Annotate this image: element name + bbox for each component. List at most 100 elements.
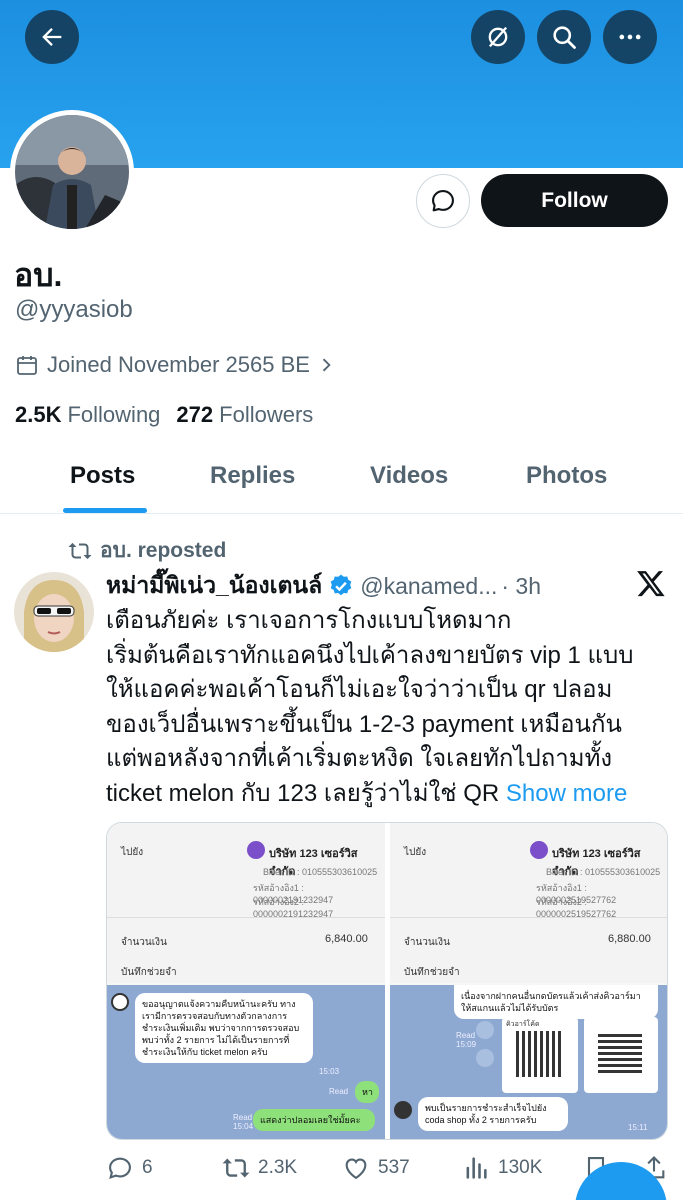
chat-avatar: [111, 993, 129, 1011]
followers-link[interactable]: 272 Followers: [176, 402, 313, 428]
like-button[interactable]: 537: [342, 1154, 410, 1182]
chat-bubble: พบเป็นรายการชำระสำเร็จไปยัง coda shop ทั…: [418, 1097, 568, 1131]
reply-icon: [109, 1157, 131, 1179]
receipt-ref2: รหัสอ้างอิง2 : 0000002191232947: [253, 897, 334, 919]
display-name: อบ.: [14, 257, 63, 293]
receipt-memo-label: บันทึกช่วยจำ: [404, 967, 460, 978]
chat-bubble: ขออนุญาตแจ้งความคืบหน้านะครับ ทางเรามีกา…: [135, 993, 313, 1063]
following-count: 2.5K: [15, 402, 62, 427]
repost-indicator[interactable]: อบ. reposted: [68, 534, 226, 567]
repost-label: อบ. reposted: [100, 539, 227, 562]
arrow-left-icon: [42, 28, 62, 46]
tab-photos[interactable]: Photos: [526, 462, 607, 490]
receipt-ref2: รหัสอ้างอิง2 : 0000002519527762: [536, 897, 617, 919]
joined-date: Joined November 2565 BE: [47, 352, 310, 377]
chat-avatar: [394, 1101, 412, 1119]
save-icon: [476, 1049, 494, 1067]
qr-code-icon: [516, 1031, 562, 1077]
chat-time: 15:04: [233, 1122, 254, 1131]
chat-reply: แสดงว่าปลอมเลยใช่มั้ยคะ: [253, 1109, 375, 1131]
reply-count: 6: [142, 1157, 153, 1178]
chat-screenshot: ขออนุญาตแจ้งความคืบหน้านะครับ ทางเรามีกา…: [107, 985, 385, 1139]
receipt-amount-label: จำนวนเงิน: [404, 937, 450, 948]
receipt-to-label: ไปยัง: [121, 847, 144, 858]
views-icon: [466, 1157, 487, 1179]
show-more-link[interactable]: Show more: [506, 780, 627, 807]
back-button[interactable]: [25, 10, 79, 64]
grok-icon: [488, 26, 508, 48]
followers-count: 272: [176, 402, 214, 427]
repost-count: 2.3K: [258, 1157, 298, 1178]
views-button[interactable]: 130K: [462, 1154, 542, 1182]
joined-date-row[interactable]: Joined November 2565 BE: [15, 352, 336, 378]
tab-videos[interactable]: Videos: [370, 462, 448, 490]
message-button[interactable]: [416, 174, 470, 228]
chat-screenshot: เนื่องจากฝากคนอื่นกดบัตรแล้วเค้าส่งคิวอา…: [390, 985, 667, 1139]
receipt-to-label: ไปยัง: [404, 847, 427, 858]
search-icon: [553, 26, 576, 49]
profile-tabs: Posts Replies Videos Photos: [0, 448, 683, 514]
post-text-line: ให้แอคค่ะพอเค้าโอนก็ไม่เอะใจว่าว่าเป็น q…: [106, 676, 613, 703]
post-text: เตือนภัยค่ะ เราเจอการโกงแบบโหดมาก เริ่มต…: [106, 604, 676, 811]
followers-label: Followers: [219, 402, 314, 427]
chevron-right-icon: [322, 358, 331, 372]
reply-button[interactable]: 6: [106, 1154, 153, 1182]
receipt-amount-label: จำนวนเงิน: [121, 937, 167, 948]
post-text-line: เริ่มต้นคือเราทักแอคนึงไปเค้าลงขายบัตร v…: [106, 641, 634, 669]
receipt-biller-id: Biller ID : 010555303610025: [546, 867, 661, 877]
post-time: · 3h: [501, 572, 542, 599]
post-media[interactable]: ไปยัง บริษัท 123 เซอร์วิส จำกัด Biller I…: [106, 822, 668, 1140]
chat-bubble: เนื่องจากฝากคนอื่นกดบัตรแล้วเค้าส่งคิวอา…: [454, 985, 658, 1019]
tab-replies[interactable]: Replies: [210, 462, 295, 490]
grok-button[interactable]: [471, 10, 525, 64]
post-text-line: ของเว็ปอื่นเพราะขึ้นเป็น 1-2-3 payment เ…: [106, 710, 622, 738]
chat-reply: หา: [355, 1081, 379, 1103]
active-tab-indicator: [63, 508, 147, 513]
like-count: 537: [378, 1157, 410, 1178]
following-label: Following: [67, 402, 161, 427]
post-author-handle[interactable]: @kanamed...: [360, 573, 497, 600]
repost-icon: [222, 1158, 250, 1178]
more-button[interactable]: [603, 10, 657, 64]
search-button[interactable]: [537, 10, 591, 64]
tab-posts[interactable]: Posts: [70, 462, 135, 490]
chat-time: 15:11: [628, 1123, 648, 1132]
post-text-line: เตือนภัยค่ะ เราเจอการโกงแบบโหดมาก: [106, 607, 512, 634]
receipt-memo-label: บันทึกช่วยจำ: [121, 967, 177, 978]
post-text-line: แต่พอหลังจากที่เค้าเริ่มตะหงิด ใจเลยทักไ…: [106, 745, 613, 772]
media-image-right[interactable]: ไปยัง บริษัท 123 เซอร์วิส จำกัด Biller I…: [390, 823, 667, 1139]
message-icon: [432, 190, 454, 212]
calendar-icon: [17, 356, 37, 375]
company-logo-icon: [247, 841, 265, 859]
more-horizontal-icon: [619, 34, 641, 40]
profile-avatar[interactable]: [10, 110, 134, 234]
views-count: 130K: [498, 1157, 543, 1178]
post-header: หม่ามี๊พิเน่ว_น้องเตนล์ @kanamed... · 3h: [106, 568, 541, 604]
post-text-line: ticket melon กับ 123 เลยรู้ว่าไม่ใช่ QR: [106, 779, 500, 807]
payment-receipt: ไปยัง บริษัท 123 เซอร์วิส จำกัด Biller I…: [390, 823, 667, 983]
chat-read: Read: [233, 1113, 253, 1122]
receipt-biller-id: Biller ID : 010555303610025: [263, 867, 378, 877]
company-logo-icon: [530, 841, 548, 859]
x-logo-icon: [637, 571, 665, 597]
qr-image-2: [584, 1017, 658, 1093]
chat-time: 15:09: [456, 1040, 477, 1049]
follow-button[interactable]: Follow: [481, 174, 668, 227]
receipt-amount: 6,880.00: [608, 933, 651, 945]
receipt-amount: 6,840.00: [325, 933, 368, 945]
repost-button[interactable]: 2.3K: [222, 1154, 297, 1182]
post-text-line-last: ticket melon กับ 123 เลยรู้ว่าไม่ใช่ QR …: [106, 777, 676, 812]
post-author-name[interactable]: หม่ามี๊พิเน่ว_น้องเตนล์: [106, 568, 322, 604]
media-image-left[interactable]: ไปยัง บริษัท 123 เซอร์วิส จำกัด Biller I…: [107, 823, 385, 1139]
repost-icon: [68, 542, 92, 559]
follow-counts: 2.5K Following 272 Followers: [15, 402, 329, 428]
profile-handle: @yyyasiob: [15, 296, 133, 323]
chat-read: Read: [329, 1087, 349, 1096]
share-icon: [476, 1021, 494, 1039]
heart-icon: [345, 1158, 367, 1180]
verified-badge-icon: [330, 574, 352, 596]
post-author-avatar[interactable]: [14, 572, 94, 652]
payment-receipt: ไปยัง บริษัท 123 เซอร์วิส จำกัด Biller I…: [107, 823, 385, 983]
chat-read: Read: [456, 1031, 476, 1040]
following-link[interactable]: 2.5K Following: [15, 402, 160, 428]
